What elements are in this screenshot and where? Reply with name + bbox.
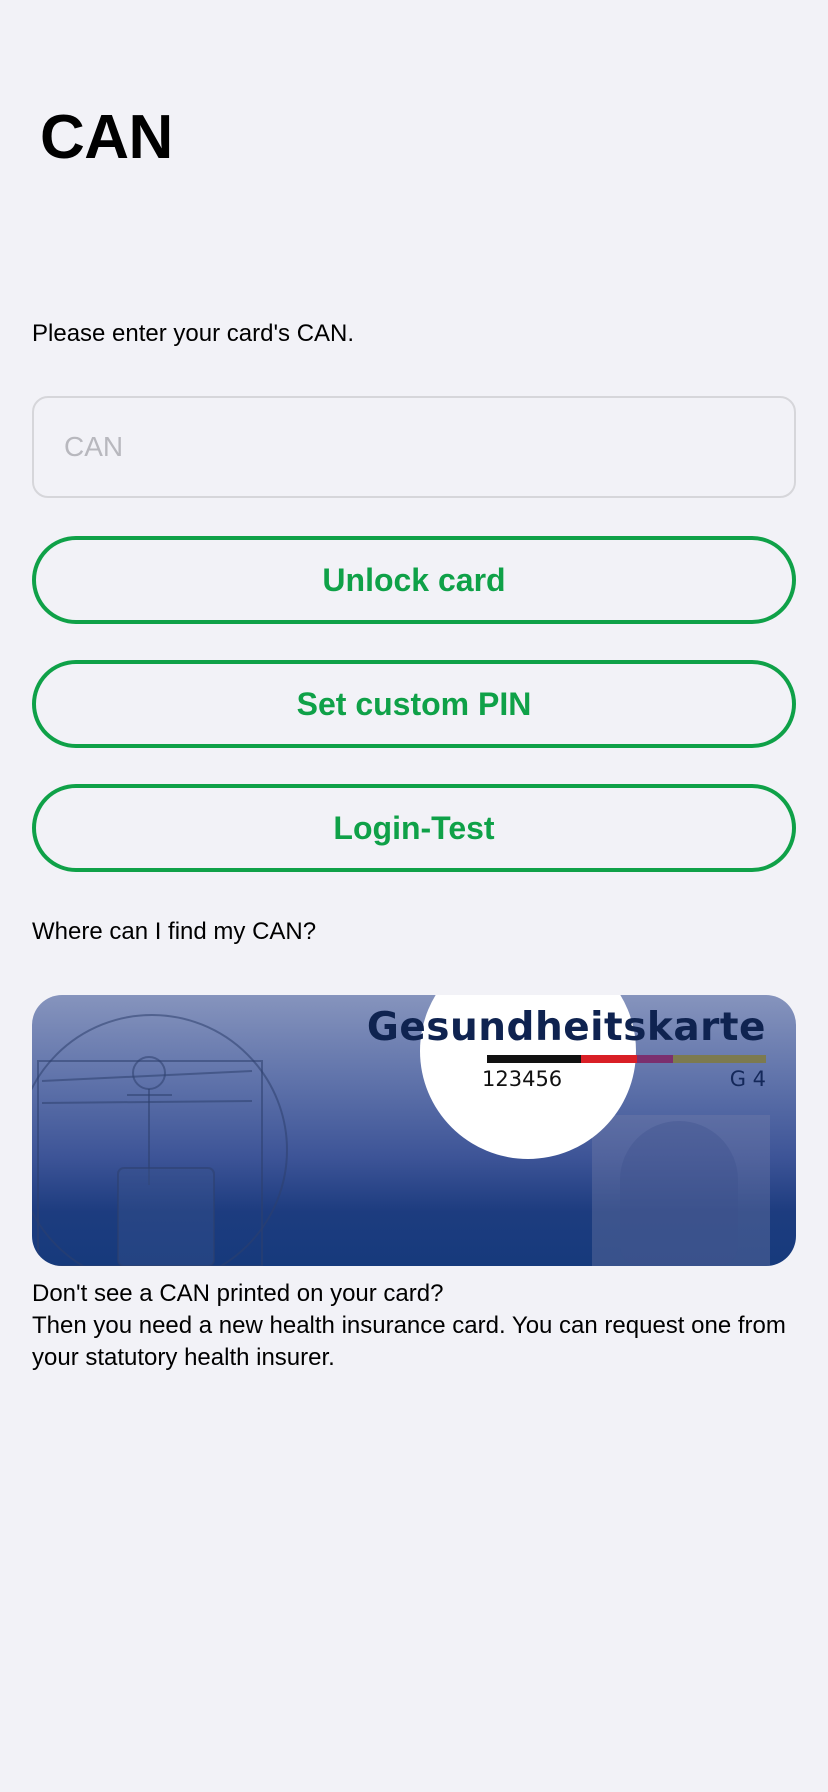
set-custom-pin-button[interactable]: Set custom PIN [32,660,796,748]
unlock-card-button[interactable]: Unlock card [32,536,796,624]
flag-stripe-red [581,1055,637,1063]
page-title: CAN [40,103,173,172]
card-generation: G 4 [729,1067,766,1091]
can-number: 123456 [482,1067,563,1091]
no-can-heading: Don't see a CAN printed on your card? [32,1280,444,1307]
no-can-body: Then you need a new health insurance car… [32,1312,786,1371]
flag-stripe-purple [637,1055,673,1063]
flag-stripe-olive [673,1055,766,1063]
can-instruction: Please enter your card's CAN. [32,320,355,347]
can-entry-screen: CAN Please enter your card's CAN. Unlock… [0,0,828,1792]
vitruvian-man-artwork [32,1014,288,1266]
card-title: Gesundheitskarte [366,1005,766,1050]
portrait-silhouette [620,1121,738,1266]
login-test-button[interactable]: Login-Test [32,784,796,872]
flag-stripe-black [487,1055,581,1063]
health-card-illustration: Gesundheitskarte 123456 G 4 [32,995,796,1266]
no-can-info: Don't see a CAN printed on your card? Th… [32,1278,796,1374]
where-find-can-heading: Where can I find my CAN? [32,918,317,945]
can-input[interactable] [32,396,796,498]
